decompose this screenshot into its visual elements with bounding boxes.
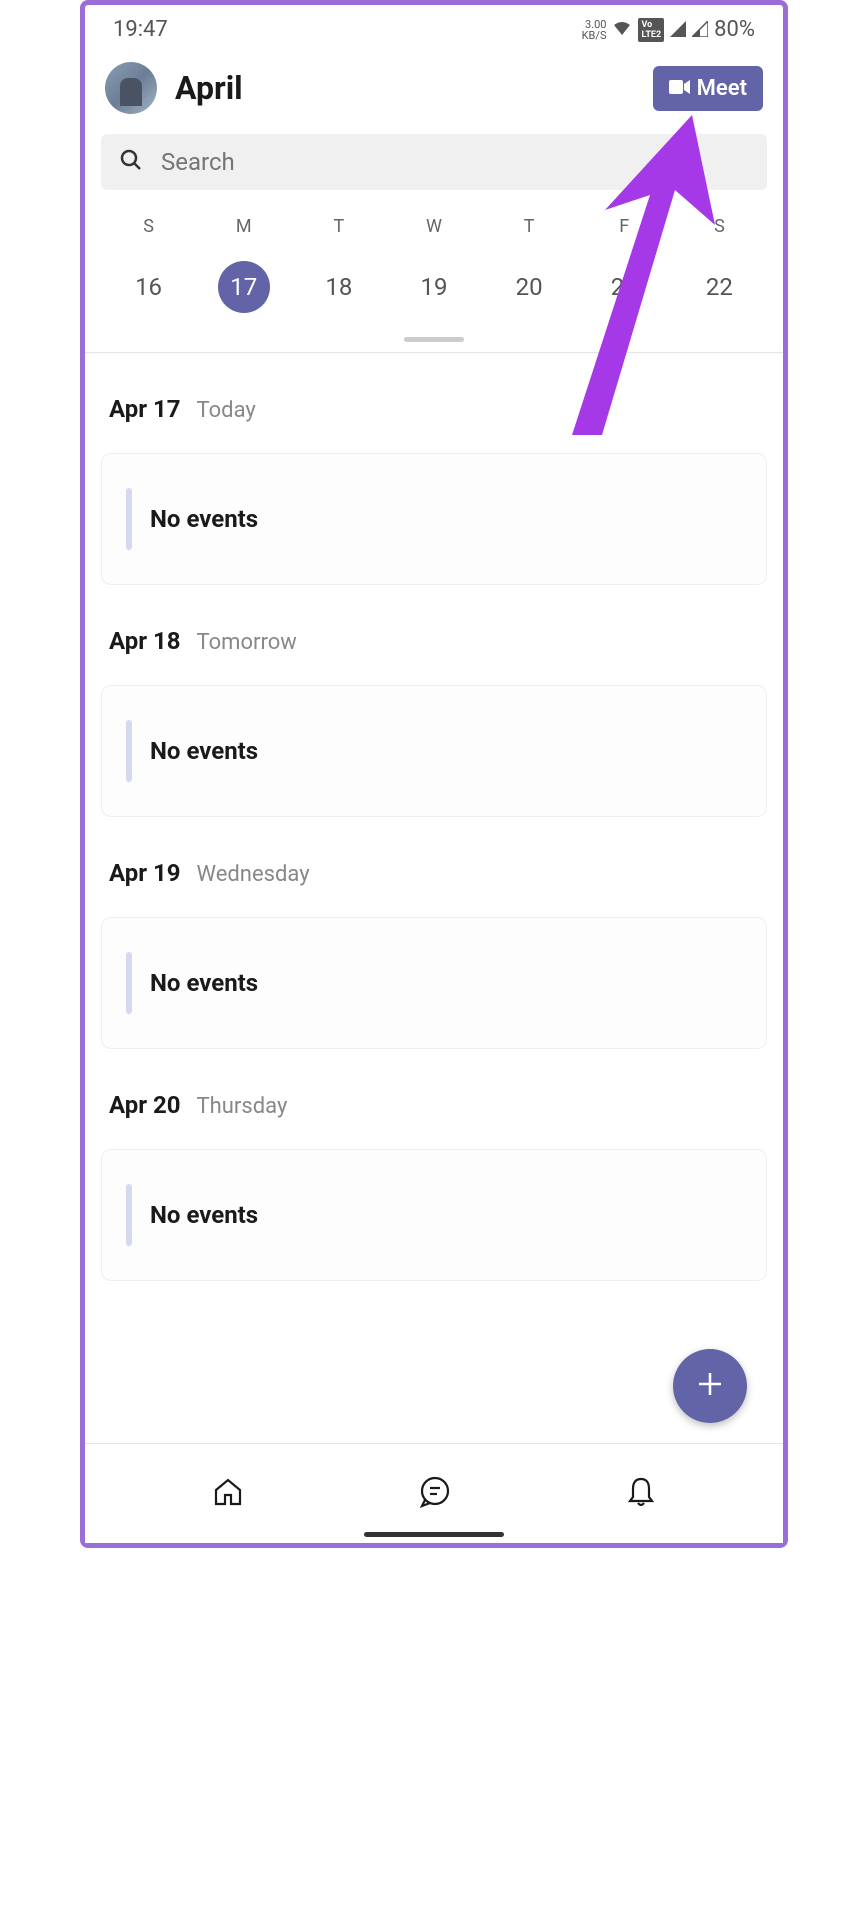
status-time: 19:47 <box>113 17 168 42</box>
search-icon <box>119 148 143 176</box>
avatar[interactable] <box>105 62 157 114</box>
battery-text: 80% <box>714 17 755 42</box>
gesture-handle[interactable] <box>364 1532 504 1537</box>
day-label-tue: T <box>291 208 386 261</box>
nav-notifications[interactable] <box>625 1475 657 1513</box>
plus-icon <box>697 1366 723 1406</box>
day-label: Today <box>197 398 256 423</box>
day-date: Apr 18 <box>109 627 181 655</box>
volte-icon: VoLTE2 <box>638 18 664 42</box>
day-section: Apr 17 Today No events <box>101 395 767 585</box>
event-card[interactable]: No events <box>101 453 767 585</box>
drag-handle[interactable] <box>404 337 464 342</box>
day-header: Apr 19 Wednesday <box>101 859 767 887</box>
day-label-mon: M <box>196 208 291 261</box>
day-20[interactable]: 20 <box>503 261 555 313</box>
signal-icon-1 <box>670 18 686 42</box>
day-22[interactable]: 22 <box>693 261 745 313</box>
status-bar: 19:47 3.00 KB/S VoLTE2 80% <box>85 5 783 50</box>
day-label: Thursday <box>197 1094 288 1119</box>
day-16[interactable]: 16 <box>123 261 175 313</box>
search-input[interactable] <box>161 148 749 176</box>
week-day-labels: S M T W T F S <box>85 208 783 261</box>
event-color-bar <box>126 720 132 782</box>
event-color-bar <box>126 488 132 550</box>
day-label-sun: S <box>101 208 196 261</box>
status-indicators: 3.00 KB/S VoLTE2 80% <box>582 17 755 42</box>
event-text: No events <box>150 969 258 997</box>
day-date: Apr 20 <box>109 1091 181 1119</box>
day-header: Apr 17 Today <box>101 395 767 423</box>
day-label-wed: W <box>386 208 481 261</box>
event-text: No events <box>150 737 258 765</box>
day-18[interactable]: 18 <box>313 261 365 313</box>
nav-home[interactable] <box>211 1475 245 1513</box>
nav-chat[interactable] <box>417 1474 453 1514</box>
data-speed-icon: 3.00 KB/S <box>582 19 607 41</box>
signal-icon-2 <box>692 18 708 42</box>
bottom-nav <box>85 1443 783 1543</box>
day-section: Apr 18 Tomorrow No events <box>101 627 767 817</box>
event-card[interactable]: No events <box>101 685 767 817</box>
day-header: Apr 18 Tomorrow <box>101 627 767 655</box>
day-19[interactable]: 19 <box>408 261 460 313</box>
week-dates: 16 17 18 19 20 21 22 <box>85 261 783 313</box>
event-color-bar <box>126 952 132 1014</box>
day-section: Apr 20 Thursday No events <box>101 1091 767 1281</box>
day-section: Apr 19 Wednesday No events <box>101 859 767 1049</box>
meet-button[interactable]: Meet <box>653 66 763 111</box>
day-label: Tomorrow <box>197 630 297 655</box>
event-card[interactable]: No events <box>101 1149 767 1281</box>
day-17-selected[interactable]: 17 <box>218 261 270 313</box>
add-event-fab[interactable] <box>673 1349 747 1423</box>
header: April Meet <box>85 50 783 134</box>
day-date: Apr 19 <box>109 859 181 887</box>
agenda-list: Apr 17 Today No events Apr 18 Tomorrow N… <box>85 395 783 1281</box>
day-label-sat: S <box>672 208 767 261</box>
divider <box>85 352 783 353</box>
day-date: Apr 17 <box>109 395 181 423</box>
event-text: No events <box>150 505 258 533</box>
event-card[interactable]: No events <box>101 917 767 1049</box>
search-bar[interactable] <box>101 134 767 190</box>
event-color-bar <box>126 1184 132 1246</box>
month-title[interactable]: April <box>175 69 635 107</box>
meet-label: Meet <box>697 76 747 101</box>
day-label-thu: T <box>482 208 577 261</box>
day-21[interactable]: 21 <box>598 261 650 313</box>
video-icon <box>669 76 691 101</box>
wifi-icon <box>612 18 632 42</box>
day-label-fri: F <box>577 208 672 261</box>
event-text: No events <box>150 1201 258 1229</box>
day-header: Apr 20 Thursday <box>101 1091 767 1119</box>
day-label: Wednesday <box>197 862 310 887</box>
